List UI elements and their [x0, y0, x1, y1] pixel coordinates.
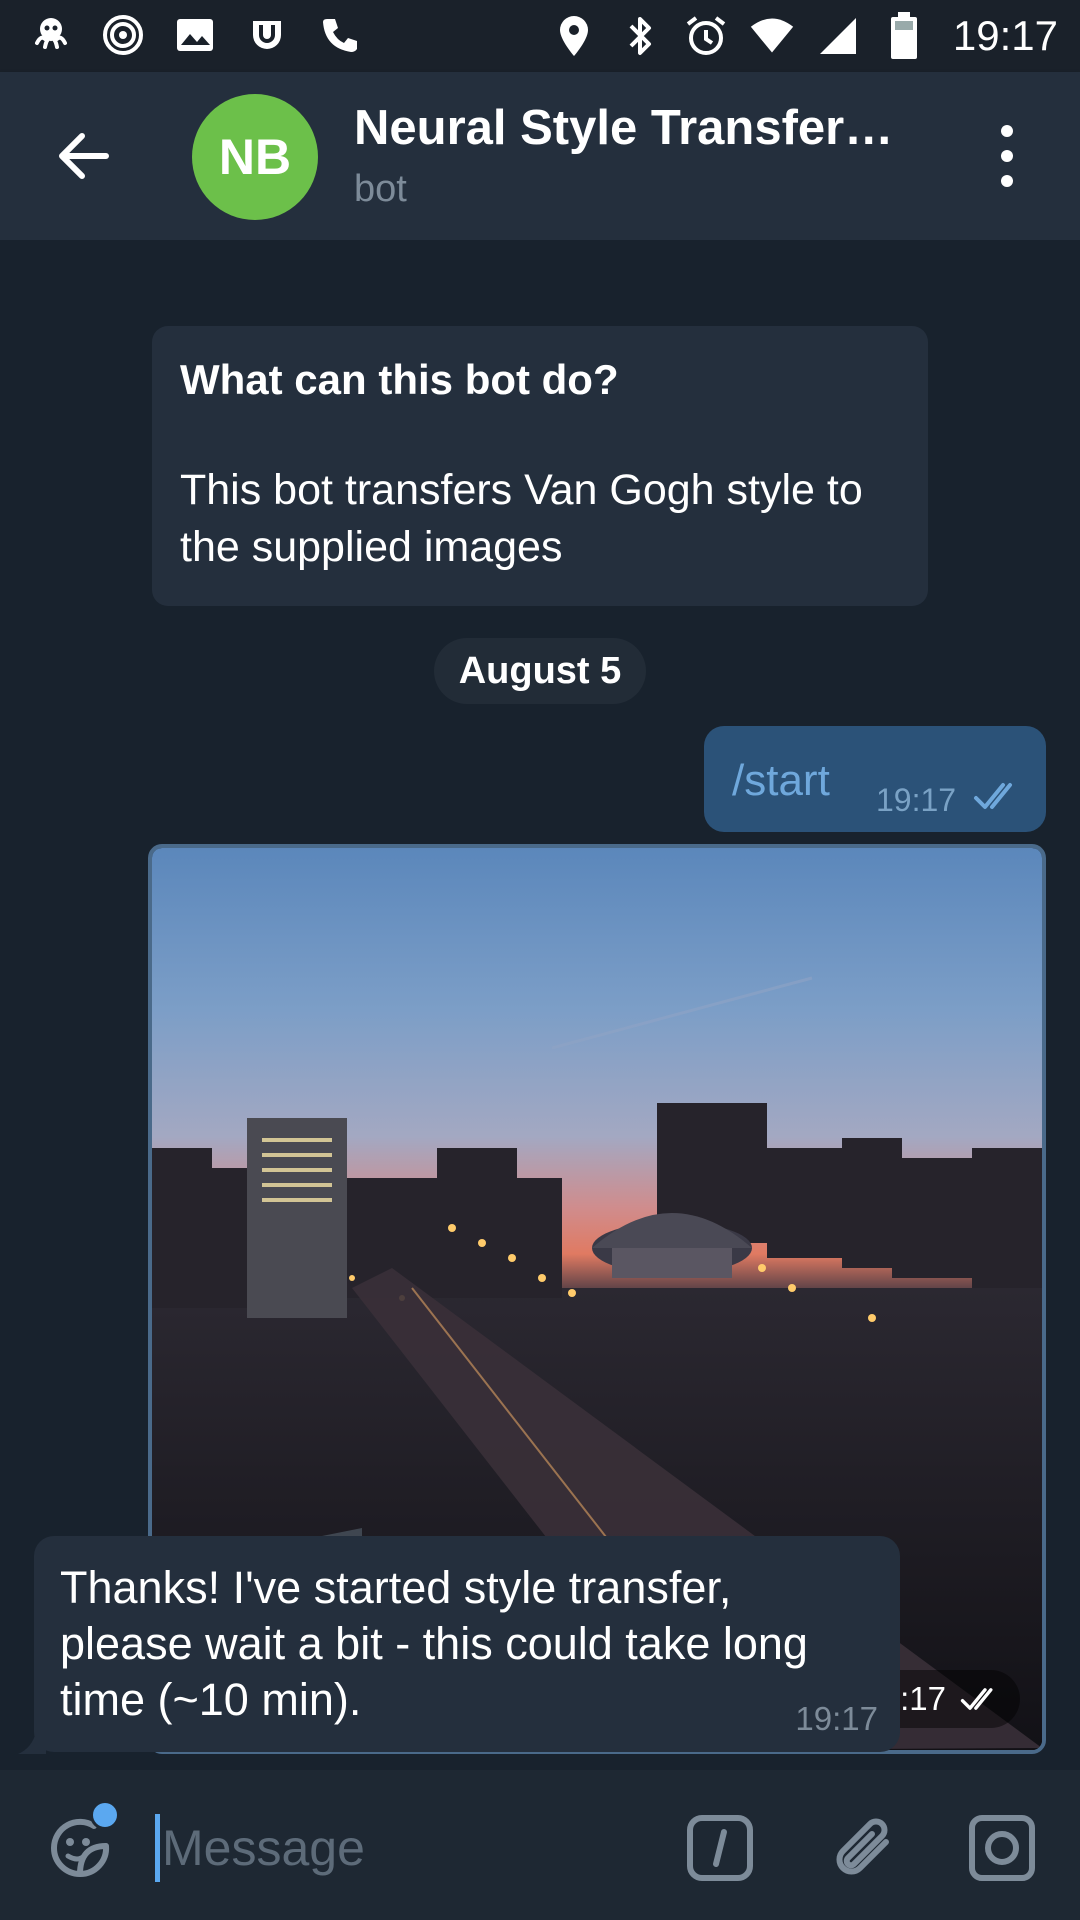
- avatar[interactable]: NB: [192, 94, 318, 220]
- slash-command-icon: [687, 1815, 753, 1881]
- bot-commands-button[interactable]: [686, 1814, 754, 1882]
- text-caret: [155, 1814, 160, 1882]
- alarm-icon: [683, 13, 729, 59]
- bluetooth-icon: [617, 13, 663, 59]
- chat-title[interactable]: Neural Style Transfer…: [354, 100, 914, 156]
- intro-text: This bot transfers Van Gogh style to the…: [180, 466, 863, 571]
- outgoing-message[interactable]: /start 19:17: [704, 726, 1046, 832]
- image-icon: [172, 12, 218, 58]
- cell-signal-icon: [815, 13, 861, 59]
- message-text: /start: [732, 756, 830, 805]
- incoming-message[interactable]: Thanks! I've started style transfer, ple…: [34, 1536, 900, 1752]
- location-icon: [551, 13, 597, 59]
- status-time: 19:17: [952, 12, 1058, 59]
- attach-button[interactable]: [830, 1814, 898, 1882]
- wifi-icon: [749, 13, 795, 59]
- signal-rings-icon: [100, 12, 146, 58]
- bubble-tail: [18, 1732, 46, 1754]
- message-list[interactable]: What can this bot do? This bot transfers…: [0, 240, 1080, 1770]
- camera-button[interactable]: [968, 1814, 1036, 1882]
- chat-subtitle: bot: [354, 168, 407, 210]
- octopus-icon: [28, 12, 74, 58]
- input-bar: [0, 1770, 1080, 1920]
- message-input[interactable]: [162, 1810, 642, 1886]
- message-time: 19:17: [876, 782, 957, 818]
- intro-title: What can this bot do?: [180, 356, 619, 403]
- cup-icon: [244, 12, 290, 58]
- more-options-button[interactable]: [992, 118, 1022, 194]
- paperclip-icon: [836, 1818, 889, 1875]
- more-vert-icon: [1001, 124, 1013, 137]
- back-arrow-icon: [59, 133, 109, 179]
- bot-intro-card: What can this bot do? This bot transfers…: [152, 326, 928, 606]
- notification-dot: [90, 1800, 120, 1830]
- message-text: Thanks! I've started style transfer, ple…: [60, 1562, 808, 1725]
- double-check-icon: [960, 1688, 993, 1710]
- date-separator: August 5: [434, 638, 646, 704]
- message-time: 19:17: [795, 1700, 878, 1737]
- double-check-icon: [974, 783, 1012, 809]
- battery-icon: [881, 12, 927, 59]
- back-button[interactable]: [52, 124, 116, 188]
- phone-icon: [316, 12, 362, 58]
- status-bar: 19:17: [0, 0, 1080, 72]
- camera-icon: [969, 1815, 1035, 1881]
- chat-header: NB Neural Style Transfer… bot: [0, 72, 1080, 240]
